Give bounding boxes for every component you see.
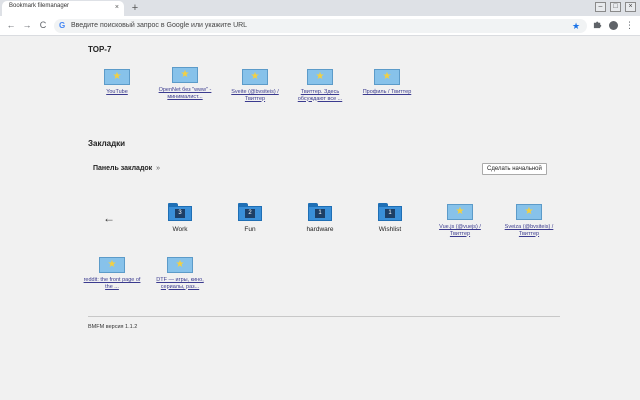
- maximize-button[interactable]: □: [610, 2, 621, 12]
- bookmark-favicon: ★: [242, 69, 268, 85]
- bookmark-link[interactable]: DTF — игры, кино, сериалы, раз...: [150, 277, 210, 290]
- folder-count: 2: [245, 209, 255, 218]
- top-item-link[interactable]: Твиттер. Здесь обсуждают все ...: [290, 89, 350, 102]
- star-icon: ★: [250, 71, 260, 82]
- bookmark-favicon: ★: [99, 257, 125, 273]
- browser-toolbar: ← → C G Введите поисковый запрос в Googl…: [0, 16, 640, 36]
- bookmark-item[interactable]: ★ Vue.js (@vuejs) / Твиттер: [430, 204, 490, 237]
- folder-item[interactable]: 2 Fun: [220, 203, 280, 233]
- folder-count: 3: [175, 209, 185, 218]
- bookmark-favicon: ★: [447, 204, 473, 220]
- top-item-link[interactable]: OpenNet без "www" - минималист...: [155, 87, 215, 100]
- bookmark-link[interactable]: Vue.js (@vuejs) / Твиттер: [430, 224, 490, 237]
- close-window-button[interactable]: ×: [625, 2, 636, 12]
- bookmark-favicon: ★: [374, 69, 400, 85]
- back-icon[interactable]: ←: [5, 19, 17, 32]
- menu-icon[interactable]: ⋮: [625, 19, 634, 32]
- folder-icon: 2: [238, 203, 262, 221]
- make-home-button[interactable]: Сделать начальной: [482, 163, 547, 175]
- window-controls: – □ ×: [595, 2, 636, 12]
- folder-label: hardware: [306, 226, 334, 233]
- folder-icon: 1: [308, 203, 332, 221]
- bookmark-link[interactable]: Sveiza (@bvsiteis) / Твиттер: [499, 224, 559, 237]
- tab-title: Bookmark filemanager: [9, 3, 70, 9]
- breadcrumb-separator: »: [156, 165, 161, 172]
- folder-count: 1: [315, 209, 325, 218]
- bookmark-favicon: ★: [104, 69, 130, 85]
- folder-label: Wishlist: [378, 226, 402, 233]
- bookmark-star-icon[interactable]: ★: [572, 19, 580, 33]
- bookmark-favicon: ★: [172, 67, 198, 83]
- bookmark-favicon: ★: [167, 257, 193, 273]
- tab-strip: Bookmark filemanager × + – □ ×: [0, 0, 640, 16]
- top-item[interactable]: ★ Sveite (@bvsiteis) / Твиттер: [225, 69, 285, 102]
- star-icon: ★: [524, 206, 534, 217]
- minimize-button[interactable]: –: [595, 2, 606, 12]
- star-icon: ★: [180, 69, 190, 80]
- folder-item[interactable]: 1 Wishlist: [360, 203, 420, 233]
- bookmark-item[interactable]: ★ DTF — игры, кино, сериалы, раз...: [150, 257, 210, 290]
- top-item[interactable]: ★ Твиттер. Здесь обсуждают все ...: [290, 69, 350, 102]
- folder-item[interactable]: 1 hardware: [290, 203, 350, 233]
- back-arrow-icon[interactable]: ←: [103, 212, 115, 224]
- star-icon: ★: [382, 71, 392, 82]
- bookmark-item[interactable]: ★ reddit: the front page of the ...: [82, 257, 142, 290]
- star-icon: ★: [112, 71, 122, 82]
- page-content: TOP-7 ★ YouTube ★ OpenNet без "www" - ми…: [0, 37, 640, 400]
- puzzle-icon[interactable]: [593, 20, 602, 33]
- version-text: BMFM версия 1.1.2: [88, 324, 138, 330]
- bookmarks-title: Закладки: [88, 139, 126, 148]
- top-item-link[interactable]: Профиль / Твиттер: [357, 89, 417, 96]
- address-placeholder: Введите поисковый запрос в Google или ук…: [71, 22, 248, 29]
- bookmark-link[interactable]: reddit: the front page of the ...: [82, 277, 142, 290]
- star-icon: ★: [455, 206, 465, 217]
- breadcrumb-label[interactable]: Панель закладок: [93, 165, 152, 172]
- top-item-link[interactable]: Sveite (@bvsiteis) / Твиттер: [225, 89, 285, 102]
- top-item-link[interactable]: YouTube: [87, 89, 147, 96]
- star-icon: ★: [315, 71, 325, 82]
- top-title: TOP-7: [88, 45, 112, 54]
- top-item[interactable]: ★ YouTube: [87, 69, 147, 96]
- star-icon: ★: [175, 259, 185, 270]
- breadcrumb[interactable]: Панель закладок »: [93, 165, 160, 172]
- profile-avatar[interactable]: [609, 21, 618, 30]
- folder-icon: 1: [378, 203, 402, 221]
- address-bar[interactable]: G Введите поисковый запрос в Google или …: [54, 19, 587, 33]
- close-icon[interactable]: ×: [115, 3, 119, 13]
- folder-label: Work: [172, 226, 188, 233]
- folder-icon: 3: [168, 203, 192, 221]
- footer-divider: [88, 316, 560, 317]
- forward-icon[interactable]: →: [21, 19, 33, 32]
- star-icon: ★: [107, 259, 117, 270]
- new-tab-button[interactable]: +: [129, 1, 141, 15]
- reload-icon[interactable]: C: [37, 19, 49, 32]
- bookmark-favicon: ★: [516, 204, 542, 220]
- bookmark-favicon: ★: [307, 69, 333, 85]
- google-icon: G: [59, 21, 66, 30]
- top-item[interactable]: ★ OpenNet без "www" - минималист...: [155, 67, 215, 100]
- folder-item[interactable]: 3 Work: [150, 203, 210, 233]
- folder-count: 1: [385, 209, 395, 218]
- folder-label: Fun: [244, 226, 256, 233]
- top-item[interactable]: ★ Профиль / Твиттер: [357, 69, 417, 96]
- bookmark-item[interactable]: ★ Sveiza (@bvsiteis) / Твиттер: [499, 204, 559, 237]
- browser-tab[interactable]: Bookmark filemanager ×: [2, 1, 124, 16]
